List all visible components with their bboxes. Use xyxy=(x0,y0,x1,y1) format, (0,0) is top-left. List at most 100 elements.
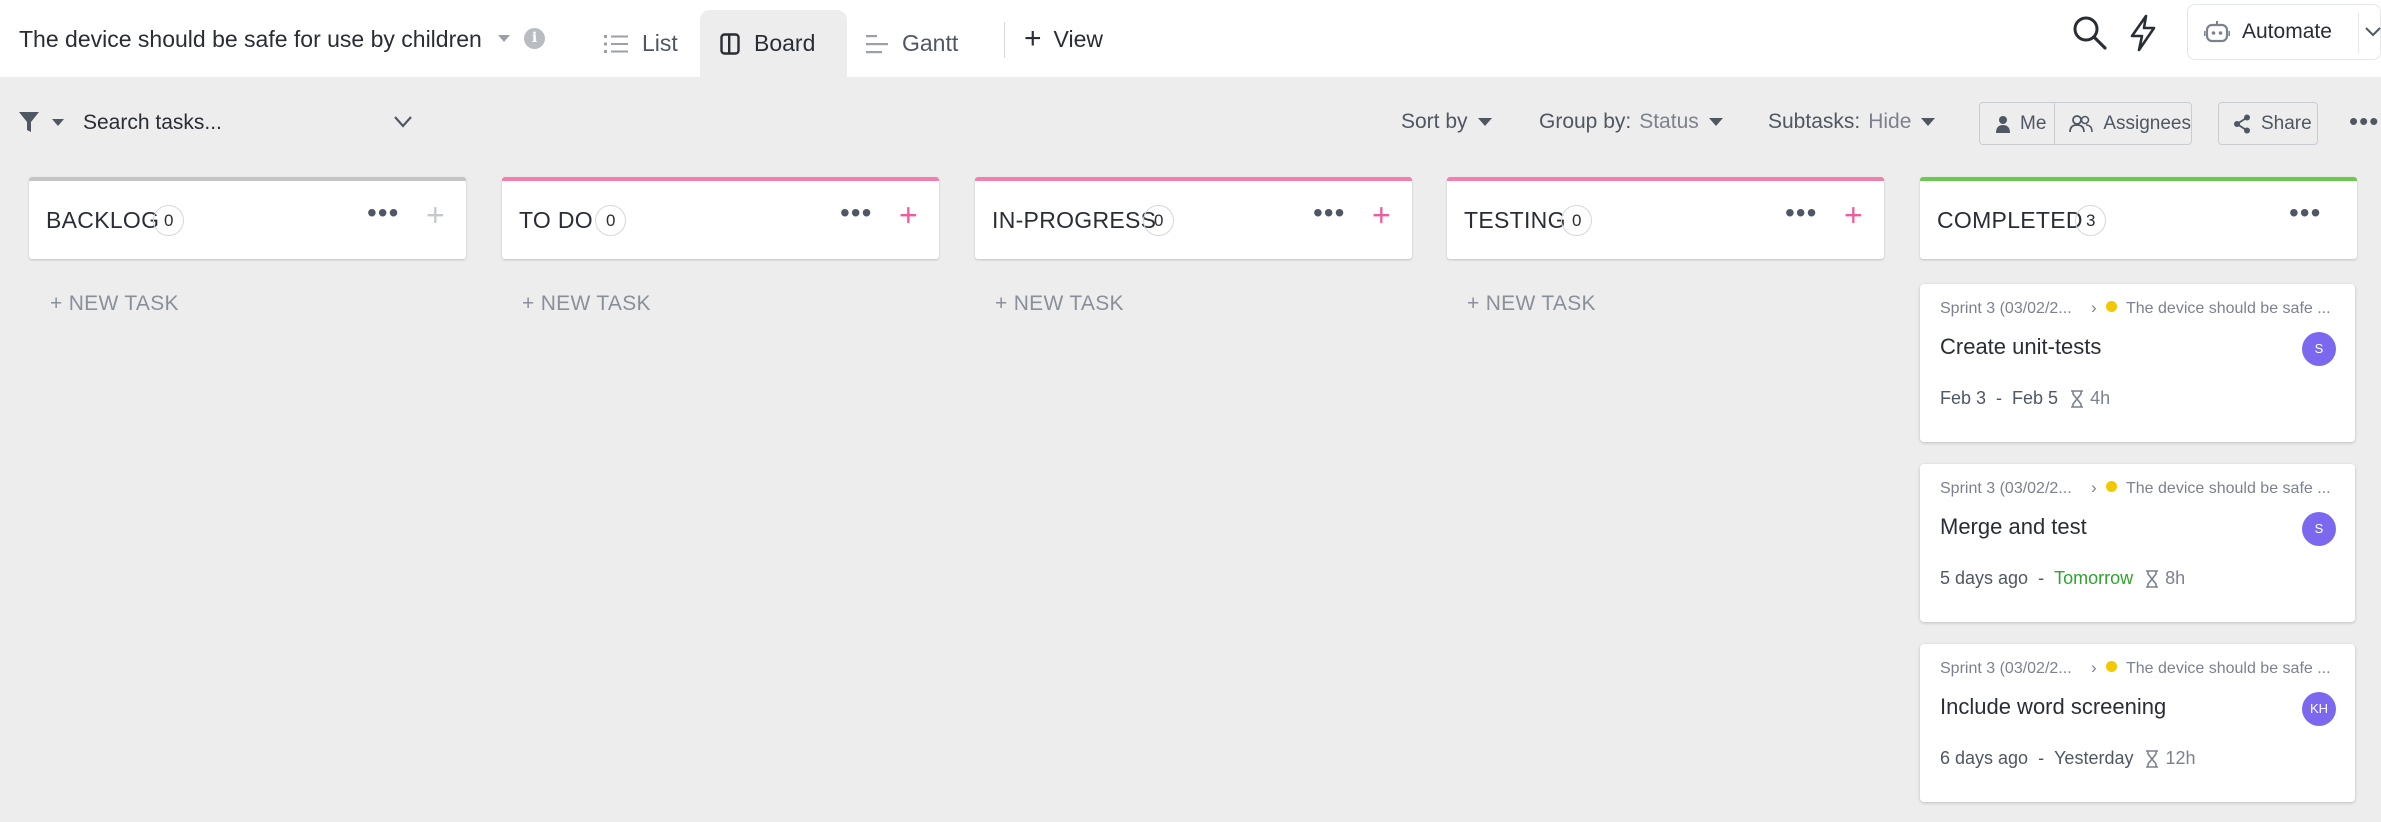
task-name[interactable]: Create unit-tests xyxy=(1940,334,2101,360)
add-task-plus-icon[interactable]: + xyxy=(1844,199,1863,231)
page-title[interactable]: The device should be safe for use by chi… xyxy=(19,26,482,53)
group-by-label: Group by: xyxy=(1539,110,1632,133)
top-header: The device should be safe for use by chi… xyxy=(0,0,2381,77)
sort-by-button[interactable]: Sort by xyxy=(1401,110,1492,134)
parent-task-link[interactable]: The device should be safe ... xyxy=(2126,300,2331,318)
me-filter-button[interactable]: Me xyxy=(1980,103,2056,144)
subtasks-button[interactable]: Subtasks: Hide xyxy=(1768,110,1936,134)
share-label: Share xyxy=(2261,112,2312,134)
automate-button[interactable]: Automate xyxy=(2187,4,2381,60)
add-task-plus-icon[interactable]: + xyxy=(1372,199,1391,231)
status-dot xyxy=(2106,481,2117,492)
share-button[interactable]: Share xyxy=(2218,102,2318,145)
sprint-label[interactable]: Sprint 3 (03/02/2... xyxy=(1940,660,2072,678)
task-dates: 6 days ago - Yesterday 12h xyxy=(1940,748,2196,769)
task-name[interactable]: Include word screening xyxy=(1940,694,2166,720)
avatar[interactable]: S xyxy=(2302,332,2336,366)
add-task-plus-icon[interactable]: + xyxy=(899,199,918,231)
hourglass-icon xyxy=(2146,569,2159,588)
new-task-button[interactable]: + NEW TASK xyxy=(50,292,179,316)
task-card[interactable]: Sprint 3 (03/02/2... › The device should… xyxy=(1920,284,2355,442)
search-input[interactable]: Search tasks... xyxy=(83,111,222,135)
column-count-badge: 0 xyxy=(153,205,185,236)
title-dropdown-icon[interactable] xyxy=(498,35,510,42)
hourglass-icon xyxy=(2146,749,2159,768)
time-estimate[interactable]: 8h xyxy=(2165,568,2185,589)
tab-list[interactable]: List xyxy=(604,10,704,77)
column-name: TESTING xyxy=(1464,207,1566,233)
avatar[interactable]: KH xyxy=(2302,692,2336,726)
task-dates: Feb 3 - Feb 5 4h xyxy=(1940,388,2111,409)
start-date[interactable]: 6 days ago xyxy=(1940,748,2028,769)
column-count-badge: 3 xyxy=(2075,205,2107,236)
hourglass-icon xyxy=(2071,389,2084,408)
task-card[interactable]: Sprint 3 (03/02/2... › The device should… xyxy=(1920,644,2355,802)
column-menu-icon[interactable]: ••• xyxy=(1313,197,1345,229)
users-icon xyxy=(2069,114,2094,132)
add-task-plus-icon[interactable]: + xyxy=(426,199,445,231)
column-menu-icon[interactable]: ••• xyxy=(2289,197,2321,229)
header-divider xyxy=(1004,22,1005,58)
column-name: COMPLETED xyxy=(1937,207,2083,233)
parent-task-link[interactable]: The device should be safe ... xyxy=(2126,480,2331,498)
automate-divider xyxy=(2358,13,2359,53)
lightning-icon[interactable] xyxy=(2128,14,2158,52)
new-task-button[interactable]: + NEW TASK xyxy=(1467,292,1596,316)
chevron-down-icon[interactable] xyxy=(393,115,413,129)
gantt-icon xyxy=(866,34,888,53)
assignees-label: Assignees xyxy=(2103,112,2191,134)
plus-icon: + xyxy=(1024,22,1042,55)
due-date[interactable]: Tomorrow xyxy=(2054,568,2133,589)
column-count-badge: 0 xyxy=(1561,205,1593,236)
caret-down-icon xyxy=(1477,118,1492,126)
tab-board[interactable]: Board xyxy=(700,10,847,77)
new-task-button[interactable]: + NEW TASK xyxy=(522,292,651,316)
parent-task-link[interactable]: The device should be safe ... xyxy=(2126,660,2331,678)
me-label: Me xyxy=(2020,112,2047,134)
task-name[interactable]: Merge and test xyxy=(1940,514,2087,540)
start-date[interactable]: 5 days ago xyxy=(1940,568,2028,589)
share-icon xyxy=(2234,114,2250,133)
column-header-completed: COMPLETED 3 ••• xyxy=(1920,177,2357,259)
time-estimate[interactable]: 12h xyxy=(2165,748,2195,769)
time-estimate[interactable]: 4h xyxy=(2090,388,2110,409)
sprint-label[interactable]: Sprint 3 (03/02/2... xyxy=(1940,300,2072,318)
subtasks-label: Subtasks: xyxy=(1768,110,1861,133)
chevron-down-icon[interactable] xyxy=(2365,26,2381,38)
robot-icon xyxy=(2204,21,2230,43)
column-header-in-progress: IN-PROGRESS 0 ••• + xyxy=(975,177,1412,259)
chevron-right-icon: › xyxy=(2091,478,2097,497)
group-by-button[interactable]: Group by: Status xyxy=(1539,110,1723,134)
list-icon xyxy=(604,34,628,53)
column-menu-icon[interactable]: ••• xyxy=(1785,197,1817,229)
due-date[interactable]: Yesterday xyxy=(2054,748,2133,769)
due-date[interactable]: Feb 5 xyxy=(2012,388,2058,409)
chevron-right-icon: › xyxy=(2091,298,2097,317)
user-icon xyxy=(1996,115,2010,133)
search-icon[interactable] xyxy=(2072,15,2108,51)
filter-icon[interactable] xyxy=(18,110,70,134)
start-date[interactable]: Feb 3 xyxy=(1940,388,1986,409)
column-name: IN-PROGRESS xyxy=(992,207,1157,233)
new-task-button[interactable]: + NEW TASK xyxy=(995,292,1124,316)
add-view-button[interactable]: + View xyxy=(1024,24,1103,54)
assignees-filter-button[interactable]: Assignees xyxy=(2055,113,2191,135)
avatar[interactable]: S xyxy=(2302,512,2336,546)
task-card[interactable]: Sprint 3 (03/02/2... › The device should… xyxy=(1920,464,2355,622)
info-icon[interactable]: i xyxy=(524,28,545,49)
caret-down-icon xyxy=(1708,118,1723,126)
tab-gantt[interactable]: Gantt xyxy=(866,10,986,77)
column-menu-icon[interactable]: ••• xyxy=(367,197,399,229)
column-header-backlog: BACKLOG 0 ••• + xyxy=(29,177,466,259)
caret-down-icon xyxy=(1921,118,1936,126)
tab-list-label: List xyxy=(642,30,678,56)
sprint-label[interactable]: Sprint 3 (03/02/2... xyxy=(1940,480,2072,498)
board-icon xyxy=(720,32,740,55)
column-header-testing: TESTING 0 ••• + xyxy=(1447,177,1884,259)
task-dates: 5 days ago - Tomorrow 8h xyxy=(1940,568,2186,589)
column-header-todo: TO DO 0 ••• + xyxy=(502,177,939,259)
subtasks-value: Hide xyxy=(1868,110,1912,133)
assignee-filter-group: Me Assignees xyxy=(1979,102,2192,145)
group-by-value: Status xyxy=(1639,110,1699,133)
column-menu-icon[interactable]: ••• xyxy=(840,197,872,229)
